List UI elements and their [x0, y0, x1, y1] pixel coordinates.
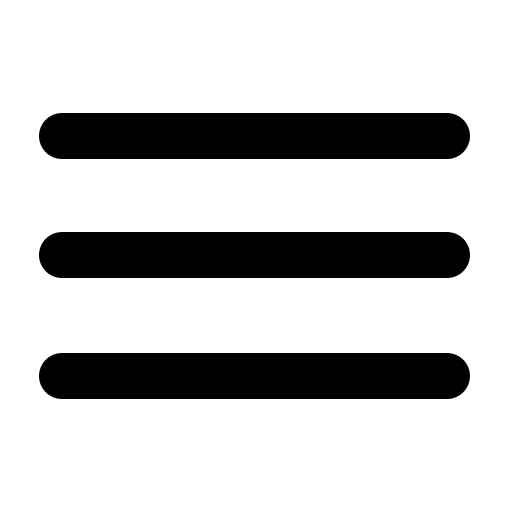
menu-bar-middle	[39, 232, 470, 278]
hamburger-menu-icon[interactable]	[0, 0, 512, 512]
icon-canvas	[0, 0, 512, 512]
menu-bar-top	[39, 113, 470, 159]
menu-bar-bottom	[39, 353, 470, 399]
